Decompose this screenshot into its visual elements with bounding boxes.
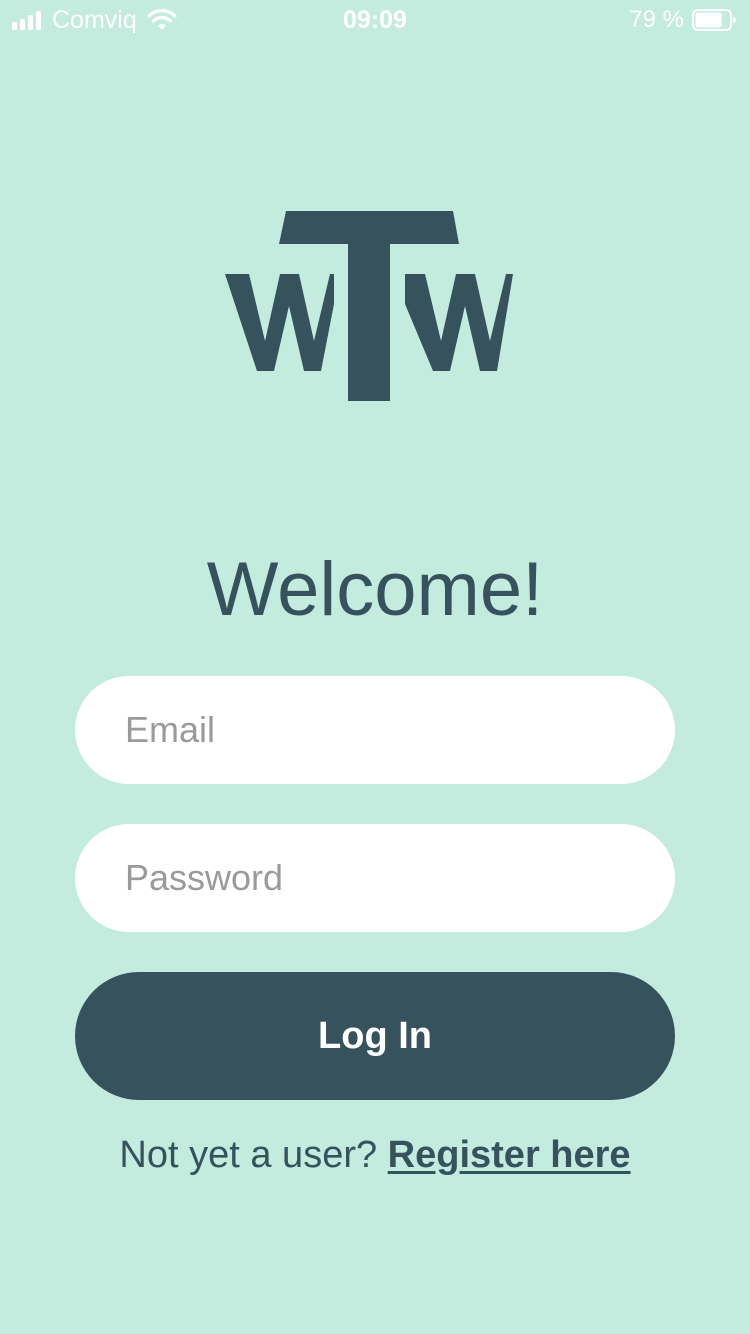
status-right: 79 %: [629, 6, 736, 34]
logo-right-w: [405, 274, 513, 371]
logo-left-w: [225, 274, 334, 371]
logo-t-bar: [279, 211, 459, 244]
app-logo: [225, 211, 513, 401]
status-bar: Comviq 09:09 79 %: [0, 0, 750, 40]
email-field[interactable]: [75, 676, 675, 784]
password-field[interactable]: [75, 824, 675, 932]
register-prompt: Not yet a user?: [119, 1134, 388, 1176]
register-link[interactable]: Register here: [388, 1134, 631, 1176]
password-field-container: [75, 824, 675, 932]
register-row: Not yet a user? Register here: [0, 1132, 750, 1178]
login-button[interactable]: Log In: [75, 972, 675, 1100]
logo-t-stem: [348, 244, 390, 401]
battery-fill: [695, 12, 722, 28]
battery-icon: [692, 9, 736, 31]
email-field-container: [75, 676, 675, 784]
battery-percentage: 79 %: [629, 6, 684, 33]
welcome-title: Welcome!: [206, 547, 544, 632]
